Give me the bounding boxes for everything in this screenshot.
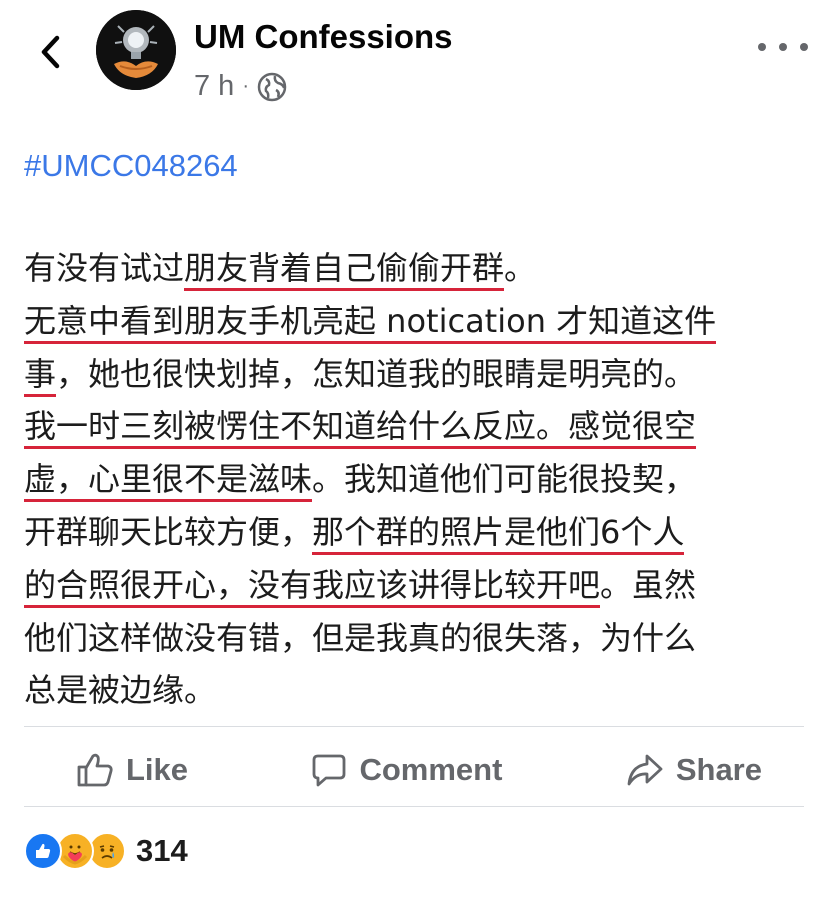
more-options-button[interactable]: [758, 32, 808, 62]
comment-bubble-icon: [313, 754, 346, 787]
post-time[interactable]: 7 h: [194, 70, 234, 103]
globe-icon: [257, 72, 287, 101]
action-bar: Like Comment Share: [24, 740, 804, 800]
underlined-text: 的合照很开心，没有我应该讲得比较开吧: [24, 565, 601, 608]
post-text-line: 虚，心里很不是滋味。我知道他们可能很投契，: [24, 453, 814, 506]
more-dot-icon: [779, 43, 787, 51]
share-button[interactable]: Share: [626, 752, 762, 788]
meta-separator: ·: [242, 75, 249, 97]
thumbs-up-icon: [77, 753, 113, 787]
underlined-text: 朋友背着自己偷偷开群: [184, 249, 505, 291]
post-text-segment: ，她也很快划掉，怎知道我的眼睛是明亮的。: [56, 354, 697, 393]
post-text-line: 开群聊天比较方便，那个群的照片是他们6个人: [24, 506, 814, 559]
share-label: Share: [675, 752, 762, 787]
post-text-line: 的合照很开心，没有我应该讲得比较开吧。虽然: [24, 559, 814, 612]
divider: [24, 726, 804, 727]
underlined-text: 无意中看到朋友手机亮起 notication 才知道这件: [24, 301, 717, 344]
post-text-segment: 。: [504, 249, 537, 287]
post-text-line: 事，她也很快划掉，怎知道我的眼睛是明亮的。: [24, 348, 814, 401]
underlined-text: 那个群的照片是他们6个人: [312, 512, 685, 555]
post-hashtag[interactable]: #UMCC048264: [24, 148, 238, 184]
page-name[interactable]: UM Confessions: [194, 18, 453, 56]
reactions-summary[interactable]: 314: [24, 832, 188, 870]
post-text-segment: 他们这样做没有错，但是我真的很失落，为什么: [24, 618, 697, 657]
like-button[interactable]: Like: [76, 752, 188, 788]
comment-button[interactable]: Comment: [311, 752, 502, 788]
divider: [24, 806, 804, 807]
comment-label: Comment: [359, 752, 503, 787]
like-reaction-icon: [24, 832, 62, 870]
post-text-line: 总是被边缘。: [24, 664, 814, 717]
post-body: 有没有试过朋友背着自己偷偷开群。无意中看到朋友手机亮起 notication 才…: [24, 242, 814, 717]
underlined-text: 事: [24, 354, 57, 397]
post-text-segment: 。虽然: [600, 565, 697, 604]
post-text-segment: 有没有试过: [24, 249, 185, 287]
more-dot-icon: [758, 43, 766, 51]
reaction-count: 314: [136, 833, 188, 868]
post-text-line: 他们这样做没有错，但是我真的很失落，为什么: [24, 612, 814, 665]
post-text-line: 有没有试过朋友背着自己偷偷开群。: [24, 242, 814, 295]
share-arrow-icon: [627, 754, 663, 786]
post-text-segment: 总是被边缘。: [24, 671, 217, 710]
like-label: Like: [126, 752, 189, 787]
underlined-text: 我一时三刻被愣住不知道给什么反应。感觉很空: [24, 407, 697, 450]
post-text-segment: 开群聊天比较方便，: [24, 512, 313, 551]
avatar[interactable]: [96, 10, 176, 90]
underlined-text: 虚，心里很不是滋味: [24, 460, 313, 503]
chevron-left-icon: [41, 35, 60, 69]
post-text-segment: 。我知道他们可能很投契，: [312, 460, 697, 499]
lightbulb-hand-logo: [96, 10, 176, 90]
post-text-line: 无意中看到朋友手机亮起 notication 才知道这件: [24, 295, 814, 348]
more-dot-icon: [800, 43, 808, 51]
back-button[interactable]: [30, 30, 70, 74]
post-text-line: 我一时三刻被愣住不知道给什么反应。感觉很空: [24, 400, 814, 453]
post-meta: 7 h ·: [194, 70, 287, 103]
